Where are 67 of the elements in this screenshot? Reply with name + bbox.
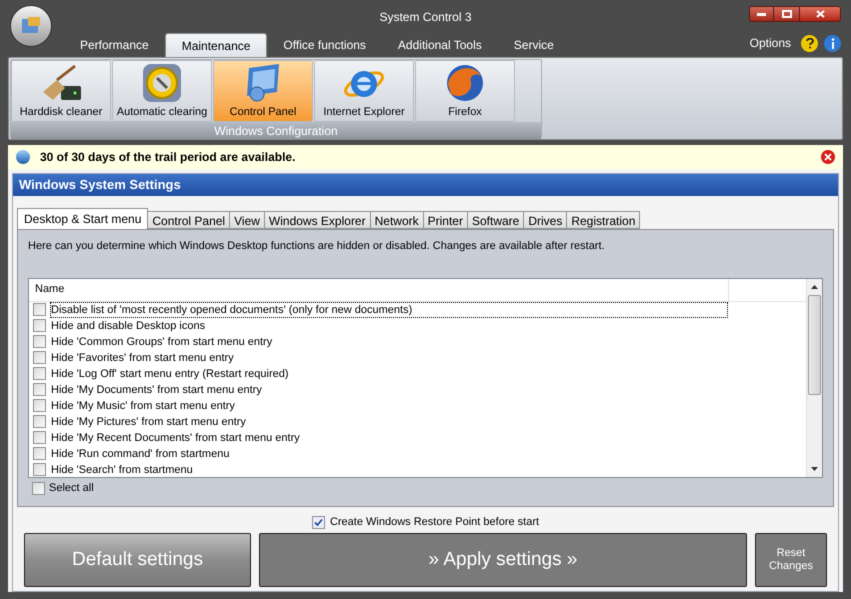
menu-tab[interactable]: Maintenance xyxy=(164,33,268,57)
select-all-label[interactable]: Select all xyxy=(49,480,94,497)
checkbox[interactable] xyxy=(33,447,46,460)
apply-settings-button[interactable]: » Apply settings » xyxy=(259,533,747,587)
help-icon[interactable] xyxy=(801,34,818,52)
info-icon[interactable] xyxy=(824,34,841,52)
checkbox[interactable] xyxy=(33,415,46,428)
ribbon-button[interactable]: Automatic clearing xyxy=(112,60,212,122)
tab[interactable]: Drives xyxy=(523,211,568,229)
checkbox[interactable] xyxy=(33,463,46,476)
list-item[interactable]: Hide 'My Music' from start menu entry xyxy=(51,398,235,412)
maximize-button[interactable] xyxy=(774,6,799,22)
ribbon-button[interactable]: Control Panel xyxy=(213,60,313,122)
checkbox[interactable] xyxy=(33,319,46,332)
column-header[interactable]: Name xyxy=(29,278,729,300)
scroll-up-icon[interactable] xyxy=(811,284,818,288)
list-item[interactable]: Hide 'My Pictures' from start menu entry xyxy=(51,414,246,428)
menu-tab[interactable]: Additional Tools xyxy=(382,33,498,57)
ribbon-button[interactable]: Harddisk cleaner xyxy=(11,60,111,122)
close-notice-icon[interactable] xyxy=(821,150,835,164)
restore-point-label[interactable]: Create Windows Restore Point before start xyxy=(330,514,540,530)
checkbox[interactable] xyxy=(33,351,46,364)
checkbox[interactable] xyxy=(33,367,46,380)
list-item[interactable]: Disable list of 'most recently opened documents' (only for new documents) xyxy=(51,302,727,316)
tab[interactable]: View xyxy=(229,211,265,229)
app-orb-icon[interactable] xyxy=(10,5,52,47)
tab[interactable]: Control Panel xyxy=(147,211,230,229)
menu-tab[interactable]: Service xyxy=(498,33,570,57)
close-button[interactable] xyxy=(799,6,841,22)
tab[interactable]: Network xyxy=(370,211,424,229)
tab[interactable]: Desktop & Start menu xyxy=(17,208,148,229)
checkbox[interactable] xyxy=(33,335,46,348)
list-item[interactable]: Hide 'My Recent Documents' from start menu entry xyxy=(51,430,300,444)
tab[interactable]: Registration xyxy=(566,211,640,229)
select-all-checkbox[interactable] xyxy=(32,482,45,495)
restore-point-checkbox[interactable] xyxy=(312,516,325,528)
tab[interactable]: Software xyxy=(466,211,524,229)
menu-tab[interactable]: Performance xyxy=(64,33,165,57)
scroll-down-icon[interactable] xyxy=(811,466,818,470)
description-text: Here can you determine which Windows Desktop functions are hidden or disabled. Changes are available after restart. xyxy=(28,239,606,254)
list-item[interactable]: Hide 'Search' from startmenu xyxy=(51,462,193,476)
checkbox[interactable] xyxy=(33,383,46,396)
tab[interactable]: Printer xyxy=(422,211,468,229)
checkbox[interactable] xyxy=(33,303,46,316)
options-link[interactable]: Options xyxy=(750,34,791,52)
ribbon-button[interactable]: Internet Explorer xyxy=(314,60,414,122)
section-header: Windows System Settings xyxy=(13,174,838,196)
checkbox[interactable] xyxy=(33,431,46,444)
close-icon xyxy=(816,10,824,18)
scrollbar[interactable] xyxy=(806,278,822,476)
checkbox[interactable] xyxy=(33,399,46,412)
tab[interactable]: Windows Explorer xyxy=(264,211,371,229)
scroll-thumb[interactable] xyxy=(808,294,821,394)
list-item[interactable]: Hide 'My Documents' from start menu entry xyxy=(51,382,262,396)
list-item[interactable]: Hide 'Log Off' start menu entry (Restart required) xyxy=(51,366,289,380)
minimize-button[interactable] xyxy=(749,6,774,22)
ribbon-button[interactable]: Firefox xyxy=(415,60,515,122)
ribbon-group-label: Windows Configuration xyxy=(11,122,541,139)
window-title: System Control 3 xyxy=(379,8,472,26)
dial-icon xyxy=(140,62,184,104)
list-item[interactable]: Hide 'Favorites' from start menu entry xyxy=(51,350,234,364)
list-item[interactable]: Hide 'Common Groups' from start menu entry xyxy=(51,334,272,348)
notice-text: 30 of 30 days of the trail period are available. xyxy=(40,149,296,166)
reset-changes-button[interactable]: Reset Changes xyxy=(755,533,827,587)
list-item[interactable]: Hide and disable Desktop icons xyxy=(51,318,206,332)
list-item[interactable]: Hide 'Run command' from startmenu xyxy=(51,446,230,460)
menu-tab[interactable]: Office functions xyxy=(267,33,382,57)
